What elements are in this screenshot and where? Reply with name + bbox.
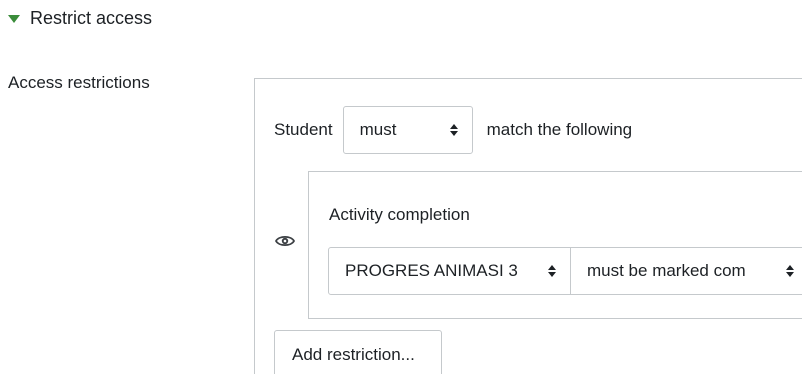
match-type-value: must (359, 120, 397, 139)
collapse-triangle-icon (8, 15, 20, 23)
condition-title: Activity completion (329, 205, 470, 224)
section-title: Restrict access (30, 8, 153, 28)
restriction-set-row: Student must match the following (274, 106, 632, 154)
eye-icon[interactable] (275, 233, 295, 249)
completion-requirement-value: must be marked com (587, 261, 746, 280)
student-label: Student (274, 120, 333, 139)
add-restriction-button[interactable]: Add restriction... (274, 330, 442, 374)
restrict-access-section: Restrict access Access restrictions Stud… (0, 0, 802, 374)
activity-select[interactable]: PROGRES ANIMASI 3 (328, 247, 571, 295)
select-arrows-icon (449, 124, 458, 136)
condition-box (308, 171, 802, 319)
access-restrictions-label: Access restrictions (8, 73, 150, 92)
select-arrows-icon (548, 265, 556, 277)
match-type-select[interactable]: must (342, 106, 473, 154)
activity-select-value: PROGRES ANIMASI 3 (345, 261, 518, 280)
completion-requirement-select[interactable]: must be marked com (570, 247, 802, 295)
restrict-access-toggle[interactable]: Restrict access (8, 8, 152, 29)
match-following-label: match the following (486, 120, 633, 139)
select-arrows-icon (786, 265, 794, 277)
